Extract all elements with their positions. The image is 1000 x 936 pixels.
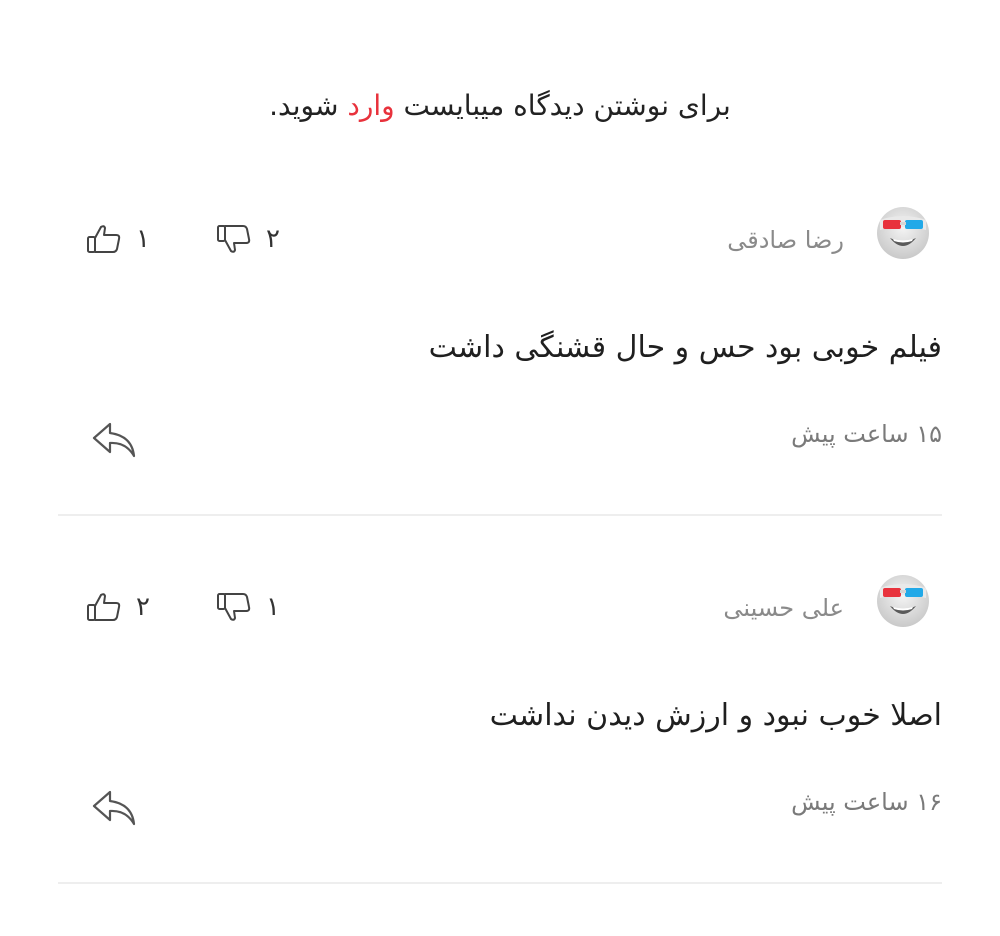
comment-timestamp: ۱۵ ساعت پیش bbox=[791, 420, 942, 448]
thumbs-down-icon bbox=[217, 593, 251, 621]
thumbs-down-icon bbox=[217, 225, 251, 253]
avatar bbox=[876, 574, 930, 628]
reply-icon bbox=[92, 422, 136, 458]
comment-timestamp: ۱۶ ساعت پیش bbox=[791, 788, 942, 816]
login-prompt-text-after: شوید. bbox=[269, 89, 348, 122]
reply-icon bbox=[92, 790, 136, 826]
3d-glasses-avatar-icon bbox=[877, 207, 929, 259]
dislike-count: ۲ bbox=[266, 224, 280, 254]
comment-item: رضا صادقی ۱ ۲ فیلم خوبی بود حس و حال قشن… bbox=[58, 200, 942, 568]
thumbs-up-icon bbox=[87, 593, 121, 621]
dislike-button[interactable]: ۲ bbox=[216, 218, 282, 260]
reply-button[interactable] bbox=[90, 418, 140, 462]
comment-text: اصلا خوب نبود و ارزش دیدن نداشت bbox=[489, 698, 942, 733]
login-link[interactable]: وارد bbox=[347, 89, 394, 122]
login-prompt-text-before: برای نوشتن دیدگاه میبایست bbox=[394, 89, 731, 122]
dislike-button[interactable]: ۱ bbox=[216, 586, 282, 628]
login-prompt: برای نوشتن دیدگاه میبایست وارد شوید. bbox=[0, 86, 1000, 126]
dislike-count: ۱ bbox=[266, 592, 280, 622]
author-name: رضا صادقی bbox=[727, 226, 844, 254]
comment-item: علی حسینی ۲ ۱ اصلا خوب نبود و ارزش دیدن … bbox=[58, 568, 942, 936]
like-button[interactable]: ۲ bbox=[86, 586, 152, 628]
like-count: ۱ bbox=[136, 224, 150, 254]
author-name: علی حسینی bbox=[723, 594, 844, 622]
divider bbox=[58, 514, 942, 516]
divider bbox=[58, 882, 942, 884]
like-count: ۲ bbox=[136, 592, 150, 622]
avatar bbox=[876, 206, 930, 260]
thumbs-up-icon bbox=[87, 225, 121, 253]
like-button[interactable]: ۱ bbox=[86, 218, 152, 260]
3d-glasses-avatar-icon bbox=[877, 575, 929, 627]
comment-text: فیلم خوبی بود حس و حال قشنگی داشت bbox=[428, 330, 942, 365]
reply-button[interactable] bbox=[90, 786, 140, 830]
